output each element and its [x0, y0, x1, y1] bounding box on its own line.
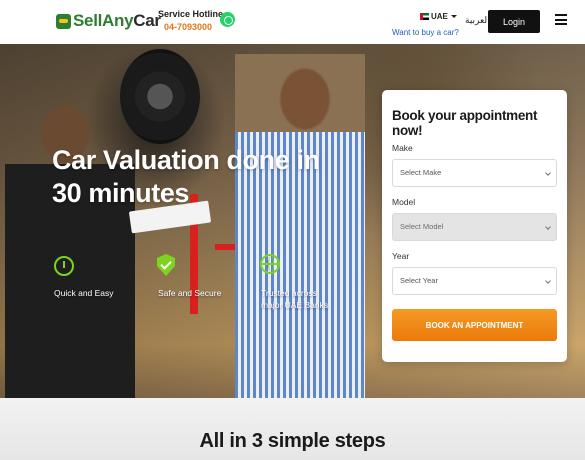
customer-person-image: [235, 54, 365, 398]
country-selector[interactable]: UAE: [420, 12, 457, 21]
model-label: Model: [392, 197, 416, 207]
whatsapp-icon[interactable]: [220, 12, 235, 27]
logo-text-sell: Sell: [73, 11, 103, 30]
logo-text-car: Car: [133, 11, 161, 30]
hotline-number[interactable]: 04-7093000: [158, 22, 218, 32]
chevron-down-icon: [545, 278, 551, 284]
make-select-placeholder: Select Make: [400, 168, 442, 177]
booking-form-card: Book your appointment now! Make Select M…: [382, 90, 567, 362]
make-select[interactable]: Select Make: [392, 159, 557, 187]
model-select[interactable]: Select Model: [392, 213, 557, 241]
globe-icon: [260, 254, 280, 274]
chevron-down-icon: [545, 224, 551, 230]
language-switch-link[interactable]: العربية: [465, 16, 490, 26]
uae-flag-icon: [420, 13, 429, 20]
chevron-down-icon: [545, 170, 551, 176]
feature-label: Safe and Secure: [158, 288, 222, 298]
service-hotline: Service Hotline 04-7093000: [158, 9, 224, 32]
hotline-title: Service Hotline: [158, 9, 224, 19]
make-label: Make: [392, 143, 413, 153]
mechanic-person-image: [5, 89, 135, 398]
hero-title: Car Valuation done in 30 minutes: [52, 145, 320, 208]
chevron-down-icon: [450, 15, 457, 18]
car-logo-icon: [56, 13, 71, 29]
timer-icon: [54, 256, 74, 276]
buy-car-link[interactable]: Want to buy a car?: [392, 28, 459, 37]
book-appointment-button[interactable]: BOOK AN APPOINTMENT: [392, 309, 557, 341]
country-label: UAE: [431, 12, 448, 21]
shield-check-icon: [157, 254, 175, 276]
sellanycar-logo[interactable]: Sell Any Car: [56, 10, 161, 32]
booking-title: Book your appointment now!: [392, 108, 538, 138]
logo-text-any: Any: [102, 11, 134, 30]
steps-section: All in 3 simple steps: [0, 398, 585, 460]
year-select[interactable]: Select Year: [392, 267, 557, 295]
year-select-placeholder: Select Year: [400, 276, 438, 285]
model-select-placeholder: Select Model: [400, 222, 444, 231]
site-header: Sell Any Car Service Hotline 04-7093000 UA…: [0, 0, 585, 44]
hamburger-menu-icon[interactable]: [555, 14, 567, 25]
year-label: Year: [392, 251, 410, 261]
feature-label: Quick and Easy: [54, 288, 114, 298]
steps-title: All in 3 simple steps: [199, 430, 386, 452]
feature-label: Trusted across major UAE Banks: [261, 288, 329, 310]
login-button[interactable]: Login: [488, 10, 540, 33]
